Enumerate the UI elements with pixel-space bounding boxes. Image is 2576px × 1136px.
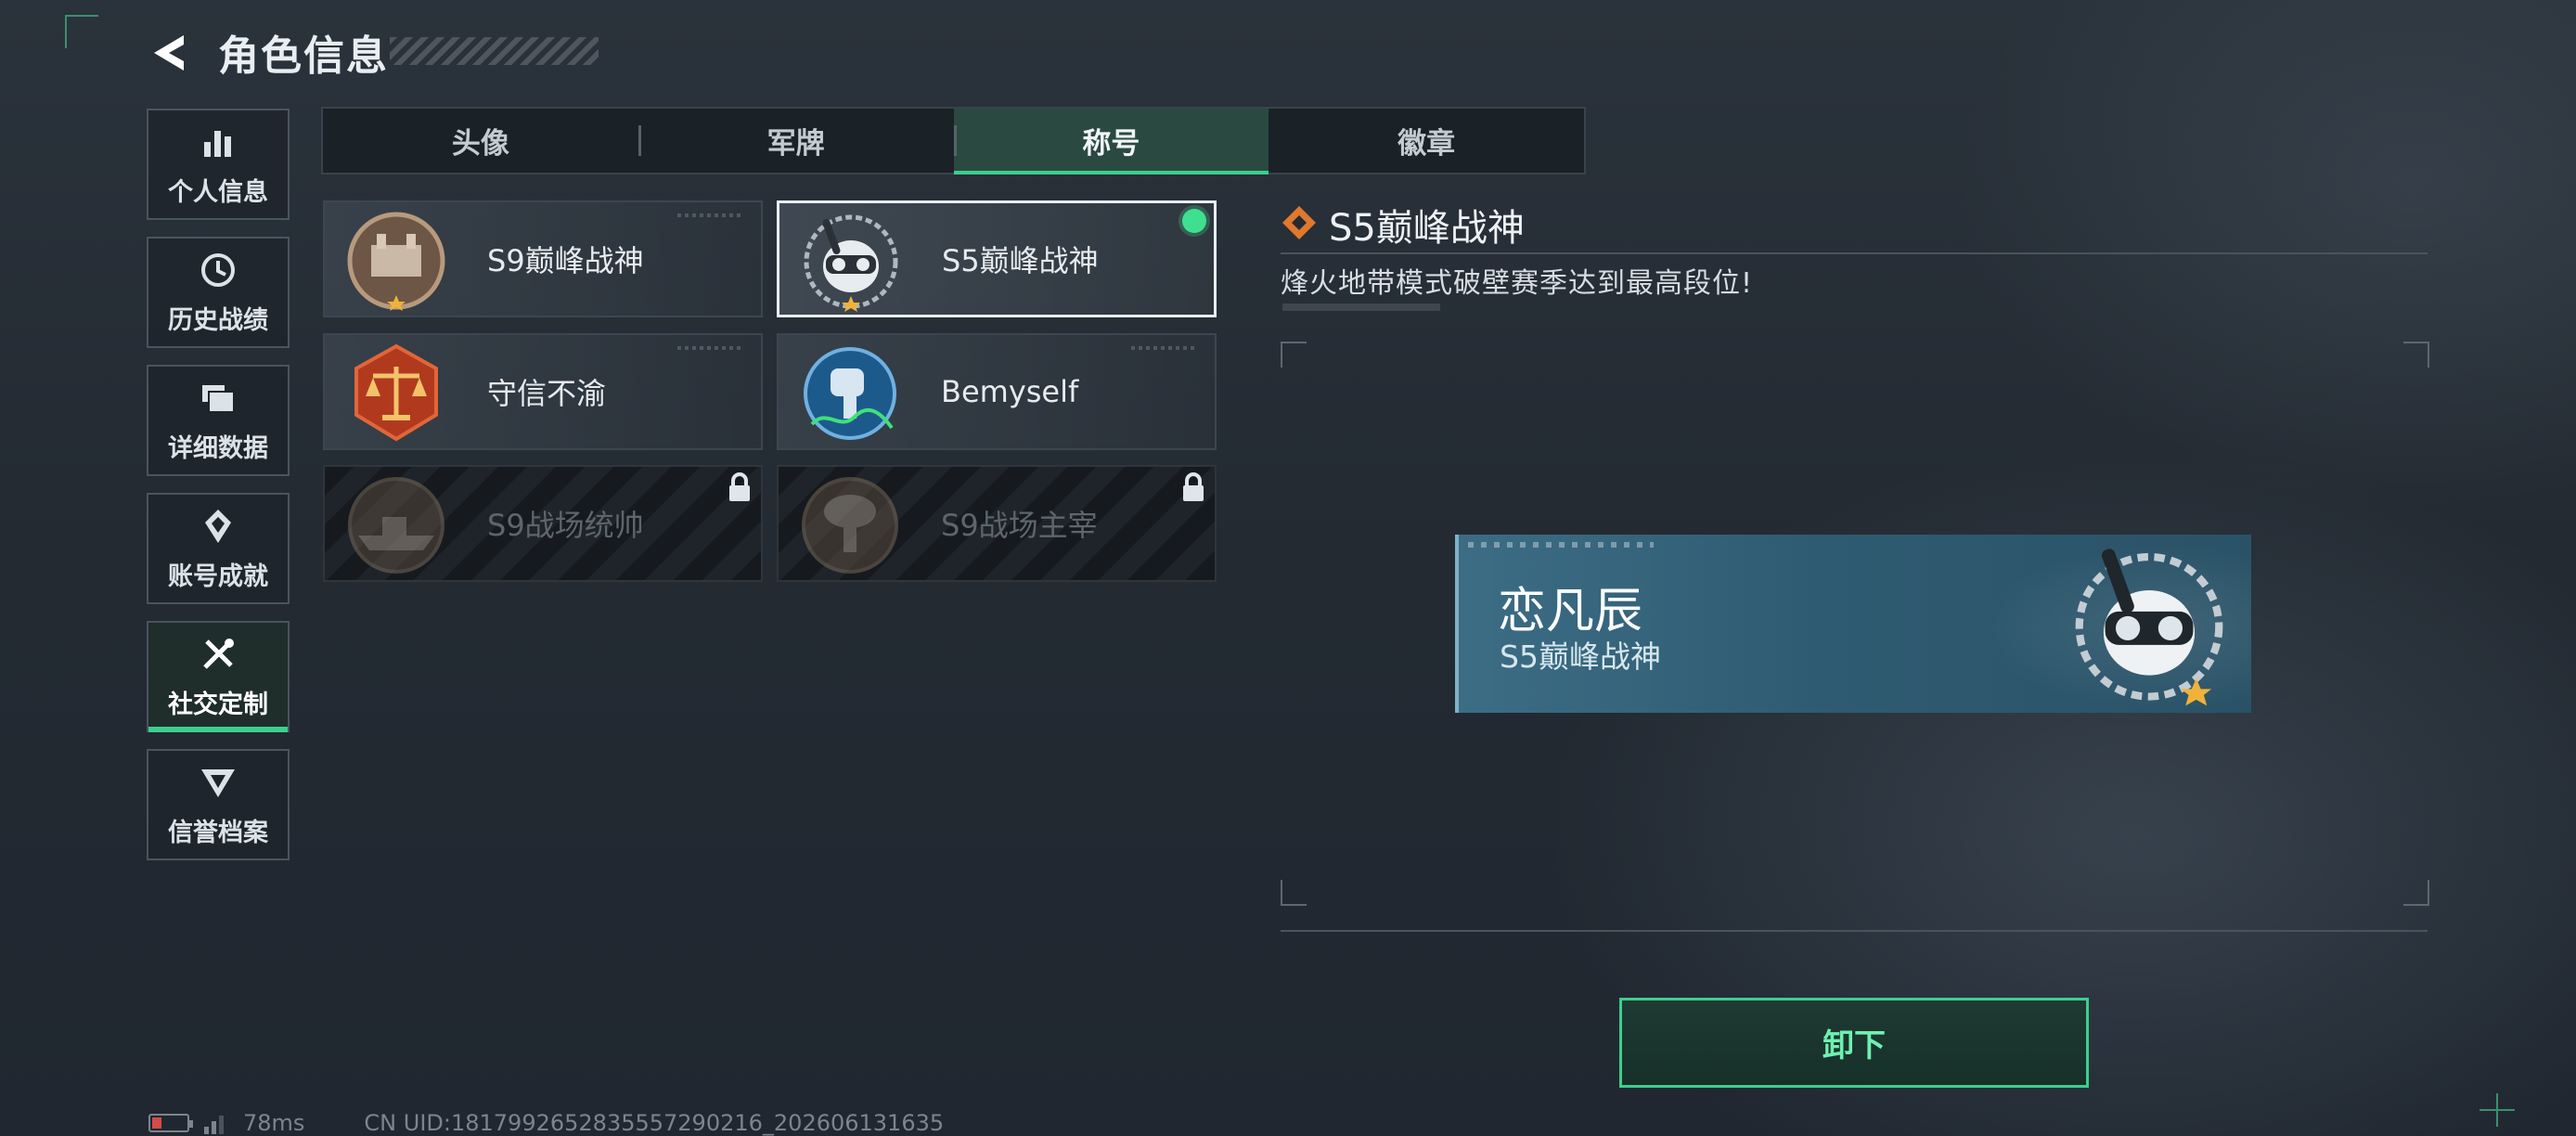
unequip-button-label: 卸下	[1823, 1027, 1886, 1065]
title-name: Bemyself	[941, 374, 1079, 409]
tab-avatar[interactable]: 头像	[323, 109, 638, 173]
title-name: 守信不渝	[487, 376, 607, 411]
ping-value: 78ms	[243, 1110, 305, 1136]
uid-text: CN UID:1817992652835557290216_2026061316…	[364, 1110, 945, 1136]
title-name: S9战场统帅	[487, 508, 644, 543]
credit-icon	[201, 768, 235, 797]
tab-dog-tag[interactable]: 军牌	[638, 109, 954, 173]
lock-icon	[1183, 472, 1204, 501]
folder-icon	[202, 384, 235, 413]
active-indicator	[148, 727, 288, 732]
sidebar-item-label: 信誉档案	[168, 818, 268, 847]
detail-description: 烽火地带模式破壁赛季达到最高段位!	[1281, 267, 1754, 300]
sidebar-item-history[interactable]: 历史战绩	[147, 237, 290, 348]
page-title: 角色信息	[218, 32, 389, 80]
divider	[1281, 252, 2428, 254]
tab-emblem[interactable]: 徽章	[1269, 109, 1584, 173]
tab-bar: 头像 军牌 称号 徽章	[321, 107, 1586, 174]
equipped-indicator	[1182, 209, 1206, 233]
unequip-button[interactable]: 卸下	[1619, 998, 2089, 1088]
detail-subtext-decoration	[1282, 303, 1440, 311]
sidebar-item-credit-file[interactable]: 信誉档案	[147, 749, 290, 860]
frame-corner	[2403, 342, 2429, 368]
sidebar-item-label: 历史战绩	[168, 305, 268, 335]
title-name: S5巅峰战神	[942, 243, 1099, 278]
corner-mark-bottom-right-h	[2479, 1109, 2515, 1111]
sidebar-item-label: 详细数据	[168, 433, 268, 463]
player-name: 恋凡辰	[1498, 584, 1643, 639]
warship-badge-icon	[348, 477, 444, 574]
sidebar-item-label: 社交定制	[168, 690, 268, 719]
card-decoration	[1131, 346, 1196, 350]
bar-chart-icon	[204, 130, 231, 157]
achievement-icon	[205, 509, 231, 543]
sidebar-item-detailed-data[interactable]: 详细数据	[147, 365, 290, 476]
frame-corner	[2403, 880, 2429, 906]
title-name: S9战场主宰	[941, 508, 1098, 543]
mushroom-cloud-badge-icon	[802, 477, 898, 574]
back-arrow-icon	[154, 35, 184, 71]
title-card-s9-commander[interactable]: S9战场统帅	[323, 465, 763, 582]
title-card-trustworthy[interactable]: 守信不渝	[323, 333, 763, 450]
frame-corner	[1281, 880, 1307, 906]
preview-title: S5巅峰战神	[1500, 639, 1661, 675]
detail-title: S5巅峰战神	[1329, 207, 1525, 250]
skull-snorkel-badge-icon	[2075, 549, 2223, 706]
frame-corner	[1281, 342, 1307, 368]
sidebar-item-personal-info[interactable]: 个人信息	[147, 109, 290, 220]
title-name: S9巅峰战神	[487, 243, 644, 278]
corner-mark-top-left	[65, 15, 98, 48]
status-bar: 78ms CN UID:1817992652835557290216_20260…	[148, 1110, 944, 1136]
divider	[1281, 930, 2428, 932]
title-preview-card: 恋凡辰 S5巅峰战神	[1455, 535, 2251, 713]
tools-icon	[203, 638, 234, 669]
title-card-s9-peak[interactable]: S9巅峰战神	[323, 200, 763, 317]
card-decoration	[1468, 542, 1654, 548]
lock-icon	[729, 472, 750, 501]
sidebar-item-label: 账号成就	[168, 562, 268, 591]
card-decoration	[677, 213, 742, 217]
back-button[interactable]	[148, 30, 195, 76]
bronze-fort-badge-icon	[347, 212, 445, 311]
tab-title[interactable]: 称号	[953, 109, 1269, 174]
battery-icon	[148, 1114, 193, 1132]
title-decoration	[390, 37, 599, 65]
title-card-s5-peak[interactable]: S5巅峰战神	[777, 200, 1217, 317]
title-card-bemyself[interactable]: Bemyself	[777, 333, 1217, 450]
card-decoration	[677, 346, 742, 350]
sidebar-item-achievements[interactable]: 账号成就	[147, 493, 290, 604]
bemyself-signature-badge-icon	[804, 347, 896, 440]
skull-snorkel-badge-icon	[804, 214, 898, 312]
rank-diamond-icon	[1282, 206, 1316, 239]
title-card-s9-dominator[interactable]: S9战场主宰	[777, 465, 1217, 582]
scales-badge-icon	[354, 343, 438, 442]
sidebar-item-social-custom[interactable]: 社交定制	[147, 621, 290, 732]
history-icon	[201, 252, 235, 287]
signal-icon	[204, 1116, 224, 1134]
sidebar-item-label: 个人信息	[168, 177, 268, 207]
